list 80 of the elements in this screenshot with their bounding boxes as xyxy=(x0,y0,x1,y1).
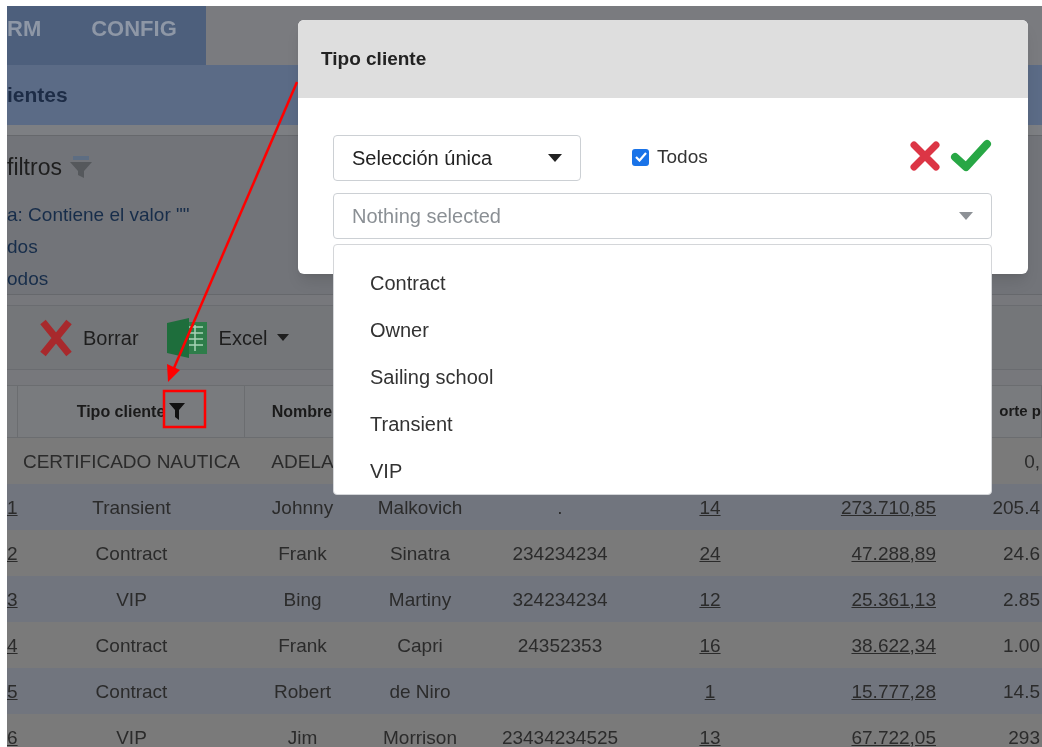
table-cell: 324234234 xyxy=(512,589,608,609)
table-link[interactable]: 15.777,28 xyxy=(851,681,936,701)
nav-tab[interactable]: RM xyxy=(7,12,42,45)
table-cell: de Niro xyxy=(389,681,451,701)
table-cell: 293 xyxy=(1008,727,1040,747)
table-cell: Capri xyxy=(397,635,443,655)
table-link[interactable]: 6 xyxy=(7,727,18,747)
table-link[interactable]: 273.710,85 xyxy=(840,497,936,517)
table-cell: Frank xyxy=(278,635,327,655)
column-header[interactable]: Tipo cliente xyxy=(76,399,166,424)
table-cell: ADELA xyxy=(271,451,334,471)
dialog-title: Tipo cliente xyxy=(321,46,427,71)
table-cell: Sinatra xyxy=(389,543,451,563)
table-link[interactable]: 47.288,89 xyxy=(851,543,936,563)
table-link[interactable]: 38.622,34 xyxy=(851,635,936,655)
table-cell: 23434234525 xyxy=(501,727,619,747)
dropdown-option[interactable]: Contract xyxy=(334,259,991,306)
table-cell: Martiny xyxy=(388,589,452,609)
table-link[interactable]: 1 xyxy=(7,497,18,517)
table-cell: 1.00 xyxy=(1003,635,1040,655)
filters-title: filtros xyxy=(7,153,62,182)
dropdown-option[interactable]: VIP xyxy=(334,447,991,494)
dropdown-option[interactable]: Owner xyxy=(334,306,991,353)
dropdown-option[interactable]: Sailing school xyxy=(334,353,991,400)
table-cell: . xyxy=(557,497,563,517)
dropdown-option[interactable]: Transient xyxy=(334,400,991,447)
table-link[interactable]: 25.361,13 xyxy=(851,589,936,609)
table-cell: Morrison xyxy=(383,727,457,747)
placeholder: Nothing selected xyxy=(352,204,501,229)
table-cell: 234234234 xyxy=(512,543,608,563)
table-cell: 2.85 xyxy=(1003,589,1040,609)
table-link[interactable]: 5 xyxy=(7,681,18,701)
excel-button[interactable]: Excel xyxy=(166,316,290,359)
table-cell: Contract xyxy=(95,681,168,701)
multiselect-field[interactable]: Nothing selected xyxy=(333,193,992,239)
delete-button[interactable]: Borrar xyxy=(39,318,139,357)
table-cell: 205.4 xyxy=(992,497,1040,517)
caret-icon xyxy=(959,212,973,220)
table-cell: Transient xyxy=(92,497,171,517)
table-link[interactable]: 2 xyxy=(7,543,18,563)
cancel-icon[interactable] xyxy=(910,141,940,171)
table-cell: VIP xyxy=(116,727,147,747)
mode-select[interactable]: Selección única xyxy=(333,135,581,181)
table-cell: Frank xyxy=(278,543,327,563)
table-cell: VIP xyxy=(116,589,147,609)
highlight-rectangle xyxy=(162,389,207,429)
table-cell: Bing xyxy=(283,589,322,609)
caret-icon xyxy=(548,154,562,162)
table-link[interactable]: 3 xyxy=(7,589,18,609)
table-cell: 0, xyxy=(1024,451,1040,471)
table-link[interactable]: 12 xyxy=(699,589,721,609)
table-cell: CERTIFICADO NAUTICA xyxy=(22,451,241,471)
table-link[interactable]: 14 xyxy=(699,497,721,517)
nav-tab[interactable]: CONFIG xyxy=(91,12,177,45)
table-cell: Robert xyxy=(274,681,331,701)
checkbox-label: Todos xyxy=(657,145,708,169)
filter-icon[interactable] xyxy=(169,403,186,420)
table-cell: 24352353 xyxy=(517,635,603,655)
spreadsheet-icon xyxy=(166,316,209,359)
table-link[interactable]: 1 xyxy=(704,681,716,701)
table-cell: 14.5 xyxy=(1003,681,1040,701)
table-link[interactable]: 13 xyxy=(699,727,721,747)
table-cell: Contract xyxy=(95,543,168,563)
table-link[interactable]: 4 xyxy=(7,635,18,655)
table-cell: Contract xyxy=(95,635,168,655)
page-title: ientes xyxy=(7,82,68,109)
column-header[interactable]: Nombre xyxy=(271,399,333,424)
table-cell: Malkovich xyxy=(377,497,463,517)
table-link[interactable]: 16 xyxy=(699,635,721,655)
table-cell: 24.6 xyxy=(1003,543,1040,563)
x-icon xyxy=(39,318,73,357)
table-link[interactable]: 24 xyxy=(699,543,721,563)
funnel-icon xyxy=(69,155,92,180)
checkbox[interactable] xyxy=(632,148,649,166)
confirm-icon[interactable] xyxy=(950,139,992,173)
table-cell: Johnny xyxy=(271,497,334,517)
table-link[interactable]: 67.722,05 xyxy=(851,727,936,747)
caret-icon xyxy=(277,334,290,341)
column-header[interactable]: orte p xyxy=(999,400,1041,423)
table-cell: Jim xyxy=(287,727,318,747)
